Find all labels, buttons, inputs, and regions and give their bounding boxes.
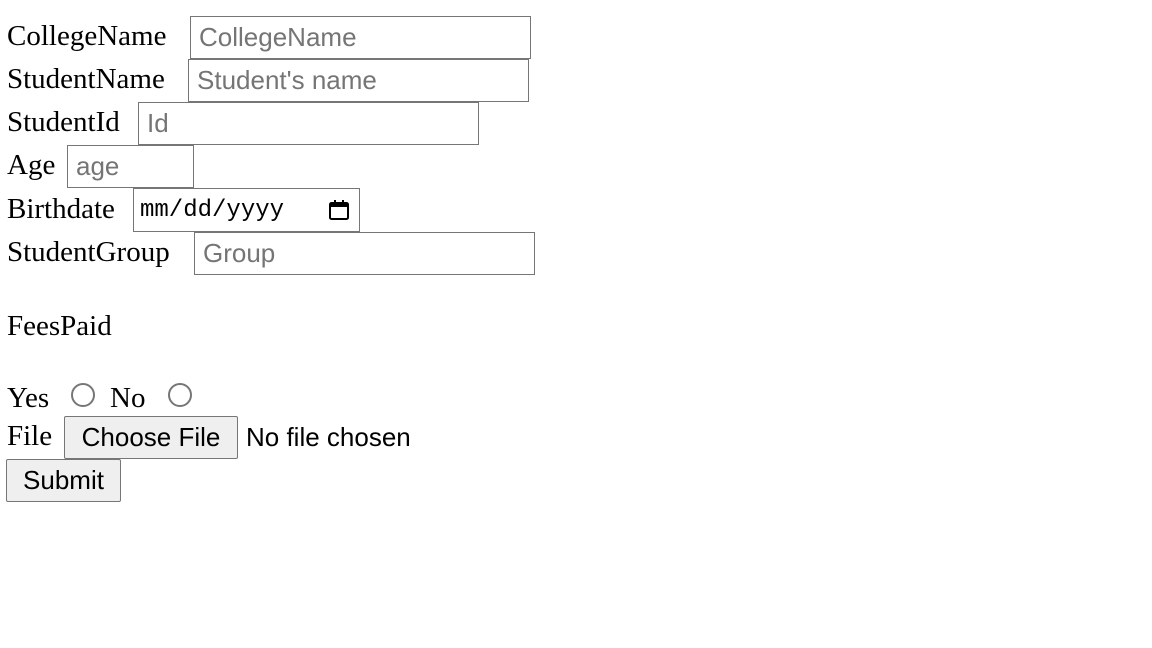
- student-id-placeholder: Id: [147, 108, 169, 138]
- birthdate-placeholder: mm/dd/yyyy: [140, 196, 285, 224]
- fees-paid-no-label: No: [110, 382, 146, 414]
- birthdate-label: Birthdate: [7, 193, 115, 225]
- age-input[interactable]: age: [67, 145, 194, 188]
- student-group-input[interactable]: Group: [194, 232, 535, 275]
- fees-paid-yes-label: Yes: [7, 382, 50, 414]
- birthdate-input[interactable]: mm/dd/yyyy: [133, 188, 360, 232]
- age-placeholder: age: [76, 151, 120, 181]
- file-status: No file chosen: [246, 422, 411, 452]
- choose-file-button[interactable]: Choose File: [64, 416, 238, 459]
- student-group-placeholder: Group: [203, 238, 276, 268]
- student-name-label: StudentName: [7, 63, 165, 95]
- age-label: Age: [7, 149, 56, 181]
- calendar-icon[interactable]: [328, 199, 350, 221]
- fees-paid-no-radio[interactable]: [168, 383, 192, 407]
- fees-paid-label: FeesPaid: [7, 310, 112, 342]
- college-name-label: CollegeName: [7, 20, 167, 52]
- student-id-input[interactable]: Id: [138, 102, 479, 145]
- college-name-placeholder: CollegeName: [199, 22, 357, 52]
- college-name-input[interactable]: CollegeName: [190, 16, 531, 59]
- student-group-label: StudentGroup: [7, 236, 170, 268]
- student-name-placeholder: Student's name: [197, 65, 377, 95]
- submit-button[interactable]: Submit: [6, 459, 121, 502]
- student-name-input[interactable]: Student's name: [188, 59, 529, 102]
- file-label: File: [7, 420, 53, 452]
- student-id-label: StudentId: [7, 106, 120, 138]
- fees-paid-yes-radio[interactable]: [71, 383, 95, 407]
